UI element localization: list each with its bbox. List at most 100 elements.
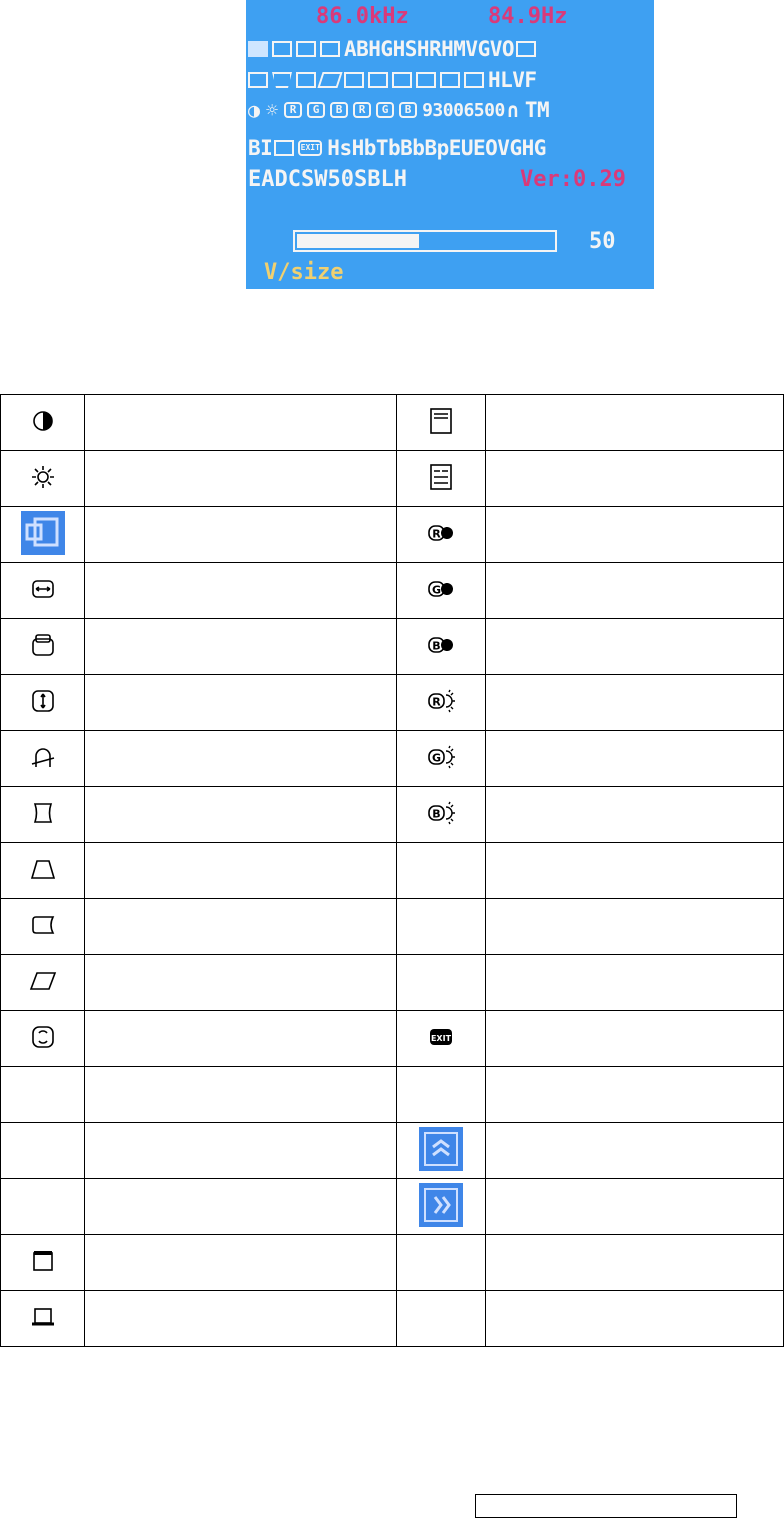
blue-gain-icon[interactable]: B: [330, 102, 349, 118]
legend-icon-cell: EXIT: [396, 1010, 486, 1067]
legend-row: [0, 394, 784, 451]
legend-description-cell: [84, 394, 397, 451]
svg-text:G: G: [432, 751, 441, 764]
legend-icon-cell: [0, 618, 85, 675]
green-bias-icon[interactable]: G: [376, 102, 395, 118]
legend-description-cell: [485, 730, 784, 787]
green-gain-icon[interactable]: G: [307, 102, 326, 118]
legend-icon-cell: B: [396, 618, 486, 675]
contrast-icon[interactable]: ◑: [248, 98, 260, 122]
legend-description-cell: [485, 842, 784, 899]
legend-description-cell: [84, 1122, 397, 1179]
legend-description-cell: [84, 1290, 397, 1347]
osd-row1-text: ABHGHSHRHMVGVO: [344, 37, 515, 61]
legend-icon-cell: G: [396, 730, 486, 787]
legend-icon-cell: [0, 954, 85, 1011]
legend-description-cell: [84, 954, 397, 1011]
legend-icon-cell: [0, 674, 85, 731]
legend-icon-cell: [0, 1178, 85, 1235]
brightness-icon[interactable]: ☼: [266, 98, 278, 122]
h-position-icon: [29, 631, 57, 659]
legend-icon-cell: [396, 450, 486, 507]
legend-row: G: [0, 562, 784, 619]
legend-icon-cell: [0, 450, 85, 507]
legend-icon-cell: R: [396, 506, 486, 563]
red-gain-icon[interactable]: R: [284, 102, 303, 118]
legend-description-cell: [84, 1178, 397, 1235]
parallelogram-icon[interactable]: [317, 72, 343, 88]
pin-balance-icon[interactable]: [296, 72, 316, 88]
osd-row-5: EADCSW50SBLH Ver:0.29: [248, 167, 652, 193]
blue-bias-icon: B: [427, 799, 455, 827]
adjust-lines-icon[interactable]: [464, 72, 484, 88]
menu-lines-icon[interactable]: [440, 72, 460, 88]
position-icon[interactable]: [248, 41, 268, 57]
trapezoid-icon[interactable]: [272, 72, 292, 88]
legend-icon-cell: [0, 898, 85, 955]
moire-icon[interactable]: ∩: [507, 98, 519, 122]
blue-gain-icon: B: [427, 631, 455, 659]
legend-icon-cell: [396, 954, 486, 1011]
legend-description-cell: [84, 450, 397, 507]
h-position-icon[interactable]: [272, 41, 292, 57]
slider-value: 50: [589, 229, 616, 254]
contrast-icon: [29, 407, 57, 435]
osd-screen: 86.0kHz 84.9Hz ABHGHSHRHMVGVO HLVF ◑ ☼ R…: [246, 0, 654, 289]
legend-icon-cell: [0, 1066, 85, 1123]
legend-row: [0, 1290, 784, 1347]
v-size-slider[interactable]: [293, 230, 557, 252]
legend-description-cell: [485, 674, 784, 731]
osd-icon-row-2: HLVF: [248, 68, 652, 92]
page-up-icon[interactable]: [392, 72, 412, 88]
parallelogram-icon: [29, 967, 57, 995]
legend-description-cell: [485, 1010, 784, 1067]
legend-description-cell: [485, 618, 784, 675]
osd-row4-text: HsHbTbBbBpEUEOVGHG: [327, 136, 546, 160]
legend-icon-cell: [396, 1290, 486, 1347]
osd-icon-row-1: ABHGHSHRHMVGVO: [248, 37, 652, 61]
legend-icon-cell: [396, 842, 486, 899]
adjust-lines-icon: [427, 463, 455, 491]
red-bias-icon[interactable]: R: [353, 102, 372, 118]
h-frequency: 86.0kHz: [316, 4, 409, 29]
osd-row2-text: HLVF: [488, 68, 537, 92]
frequency-readout: 86.0kHz 84.9Hz: [248, 4, 652, 29]
moire-icon: [29, 743, 57, 771]
exit-icon[interactable]: EXIT: [298, 140, 323, 156]
legend-description-cell: [485, 954, 784, 1011]
legend-description-cell: [485, 450, 784, 507]
osd-row5-text: EADCSW50SBLH: [248, 167, 407, 192]
svg-text:R: R: [432, 527, 441, 540]
v-frequency: 84.9Hz: [488, 4, 568, 29]
legend-description-cell: [84, 618, 397, 675]
green-bias-icon: G: [427, 743, 455, 771]
legend-icon-cell: [0, 786, 85, 843]
icon-legend-table: R G B R G B EXIT: [0, 394, 784, 1347]
pincushion-icon[interactable]: [248, 72, 268, 88]
pincushion-icon: [29, 799, 57, 827]
legend-description-cell: [84, 506, 397, 563]
legend-row: [0, 450, 784, 507]
legend-description-cell: [485, 786, 784, 843]
svg-text:G: G: [432, 583, 441, 596]
next-page-icon[interactable]: [416, 72, 436, 88]
v-position-icon[interactable]: [320, 41, 340, 57]
position-icon: [20, 510, 65, 555]
bottom-corner-icon: [29, 1303, 57, 1331]
svg-text:EXIT: EXIT: [431, 1034, 452, 1043]
h-size-icon[interactable]: [296, 41, 316, 57]
bottom-corner-icon[interactable]: [368, 72, 388, 88]
top-corner-icon[interactable]: [344, 72, 364, 88]
rotation-icon[interactable]: [516, 41, 537, 57]
rotation-icon: [29, 1023, 57, 1051]
svg-text:B: B: [432, 807, 440, 820]
pin-balance-icon: [29, 911, 57, 939]
legend-description-cell: [84, 898, 397, 955]
return-icon[interactable]: [274, 140, 295, 156]
color-temp-text: 93006500: [422, 99, 505, 121]
blue-bias-icon[interactable]: B: [399, 102, 418, 118]
legend-description-cell: [485, 1234, 784, 1291]
legend-icon-cell: [396, 394, 486, 451]
legend-description-cell: [84, 730, 397, 787]
footer-box: [475, 1494, 737, 1518]
